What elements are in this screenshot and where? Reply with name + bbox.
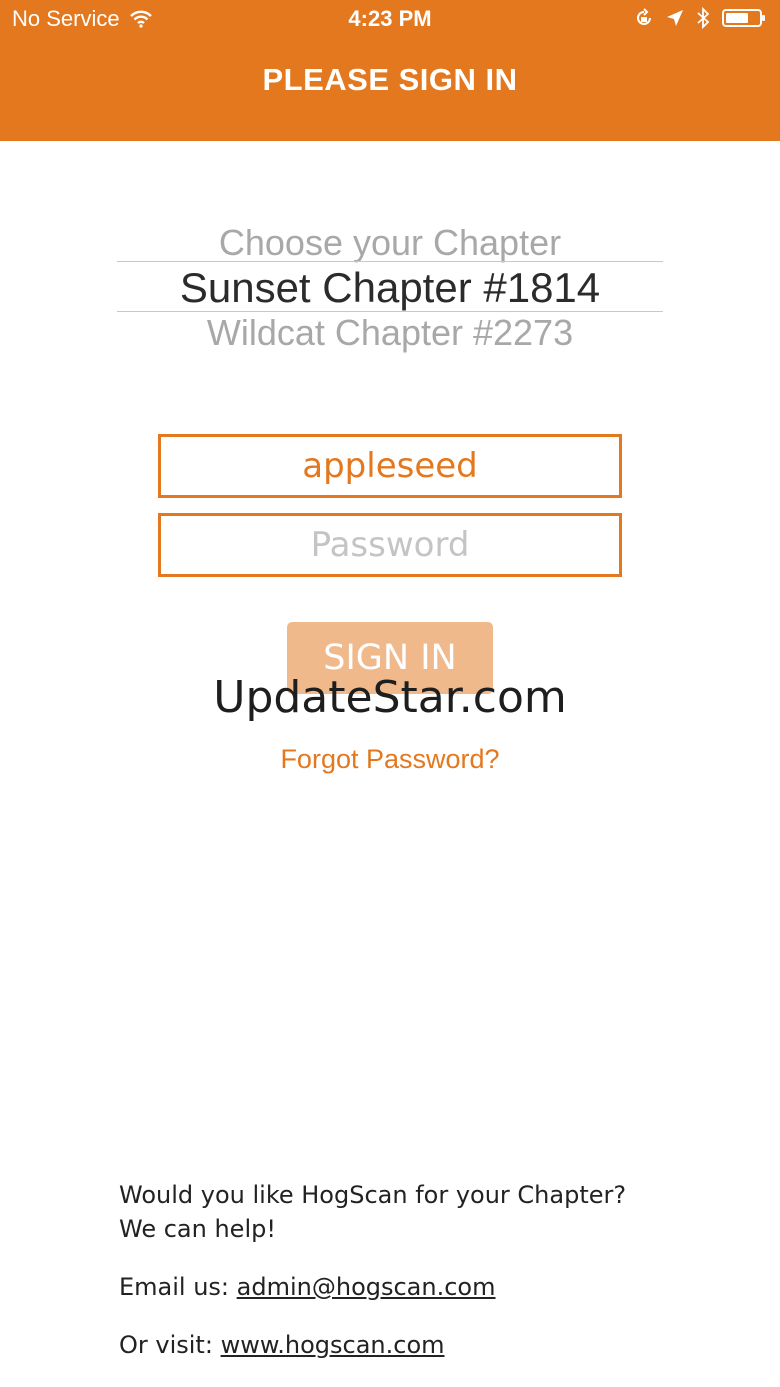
orientation-lock-icon (634, 8, 654, 28)
footer-website-line: Or visit: www.hogscan.com (119, 1328, 719, 1362)
bluetooth-icon (696, 7, 710, 29)
picker-option-below[interactable]: Wildcat Chapter #2273 (117, 312, 663, 354)
footer-info: Would you like HogScan for your Chapter?… (119, 1178, 719, 1362)
footer-line-2: We can help! (119, 1215, 276, 1243)
password-field[interactable]: Password (158, 513, 622, 577)
username-value: appleseed (302, 446, 478, 486)
watermark-text: UpdateStar.com (213, 672, 567, 723)
email-link[interactable]: admin@hogscan.com (237, 1273, 496, 1301)
status-right (634, 7, 766, 29)
location-icon (666, 9, 684, 27)
footer-email-line: Email us: admin@hogscan.com (119, 1270, 719, 1304)
header-bar: No Service 4:23 PM PLEASE SIGN IN (0, 0, 780, 141)
website-link[interactable]: www.hogscan.com (221, 1331, 445, 1359)
status-bar: No Service 4:23 PM (0, 0, 780, 40)
picker-divider-top (117, 261, 663, 262)
picker-option-selected[interactable]: Sunset Chapter #1814 (117, 264, 663, 312)
visit-prefix: Or visit: (119, 1331, 221, 1359)
chapter-picker[interactable]: Choose your Chapter Sunset Chapter #1814… (117, 218, 663, 358)
footer-line-1: Would you like HogScan for your Chapter? (119, 1181, 627, 1209)
email-prefix: Email us: (119, 1273, 237, 1301)
forgot-password-link[interactable]: Forgot Password? (0, 744, 780, 775)
username-field[interactable]: appleseed (158, 434, 622, 498)
page-title: PLEASE SIGN IN (262, 62, 518, 97)
password-placeholder: Password (310, 525, 470, 565)
picker-option-above[interactable]: Choose your Chapter (117, 222, 663, 264)
battery-icon (722, 8, 766, 28)
